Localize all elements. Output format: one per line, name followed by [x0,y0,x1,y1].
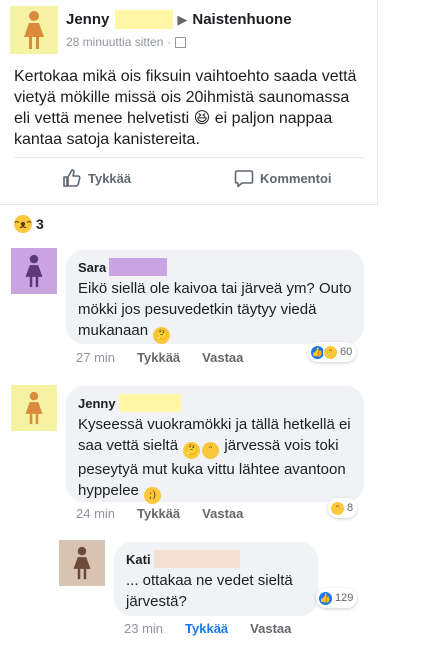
comment-reactions[interactable]: 👍 ᵔ 60 [308,342,357,362]
post-author-avatar[interactable] [10,6,58,54]
comment-time[interactable]: 27 min [76,350,115,365]
post-meta: 28 minuuttia sitten · [66,35,187,49]
reply-avatar[interactable] [59,540,105,586]
post-text: Kertokaa mikä ois fiksuin vaihtoehto saa… [14,68,357,148]
woman-figure-icon [73,546,91,580]
divider [14,157,364,158]
haha-reaction-icon: ᵔ [323,344,338,360]
comment-author[interactable]: Jenny [78,394,352,412]
comment-author[interactable]: Sara [78,258,352,276]
comment-bubble-icon [234,170,254,188]
reply-like-button[interactable]: Tykkää [185,621,228,636]
comment-text: Eikö siellä ole kaivoa tai järveä ym? Ou… [78,278,352,344]
redacted-surname [109,258,168,276]
comment-avatar[interactable] [11,248,57,294]
reply-author-name[interactable]: Kati [126,552,151,567]
comment-bubble: Jenny Kyseessä vuokramökki ja tällä hetk… [66,386,364,504]
comment-label: Kommentoi [260,170,332,186]
comment-reply-button[interactable]: Vastaa [202,350,243,365]
like-reaction-icon: 👍 [318,590,333,606]
post-time[interactable]: 28 minuuttia sitten [66,35,163,49]
like-label: Tykkää [88,170,132,186]
reply-text: ... ottakaa ne vedet sieltä järvestä? [126,572,293,610]
reply-reply-button[interactable]: Vastaa [250,621,291,636]
like-button[interactable]: Tykkää [62,168,131,188]
thinking-emoji-icon: 🤔 [153,327,171,344]
reply-reactions[interactable]: 👍 129 [316,588,358,608]
woman-figure-icon [25,254,43,288]
woman-figure-icon [25,391,43,425]
post-header: Jenny ▶ Naistenhuone [66,10,292,29]
comment-text-part: Eikö siellä ole kaivoa tai järveä ym? Ou… [78,280,352,339]
reply-actions: 23 min Tykkää Vastaa [124,621,313,636]
comment-bubble: Sara Eikö siellä ole kaivoa tai järveä y… [66,250,364,344]
haha-reaction-icon: ᵔ [330,500,345,516]
comment-like-button[interactable]: Tykkää [137,350,180,365]
thinking-emoji-icon: 🤔 [183,442,201,459]
comment-time[interactable]: 24 min [76,506,115,521]
reply-bubble: Kati ... ottakaa ne vedet sieltä järvest… [114,542,318,616]
post-card: Jenny ▶ Naistenhuone 28 minuuttia sitten… [0,0,378,205]
winking-emoji-icon: ;) [144,487,162,504]
redacted-surname [153,550,240,568]
redacted-surname [115,10,174,29]
arrow-right-icon: ▶ [177,11,188,27]
haha-emoji-icon: ᵔ [202,442,220,459]
reaction-summary[interactable]: ᵔᴥᵔ 3 [14,215,44,233]
comment-button[interactable]: Kommentoi [234,168,332,188]
comment-actions: 24 min Tykkää Vastaa [76,506,265,521]
reaction-count: 3 [36,216,44,232]
reaction-count: 60 [340,346,353,358]
group-privacy-icon [175,36,187,48]
comment-author-name[interactable]: Sara [78,260,106,275]
reply-time[interactable]: 23 min [124,621,163,636]
dot-separator: · [167,35,172,49]
group-name[interactable]: Naistenhuone [192,11,291,28]
comment-actions: 27 min Tykkää Vastaa [76,350,265,365]
woman-figure-icon [24,11,44,49]
post-author-name[interactable]: Jenny [66,11,109,28]
comment-avatar[interactable] [11,385,57,431]
reaction-count: 8 [347,502,354,514]
comment-text: Kyseessä vuokramökki ja tällä hetkellä e… [78,414,352,504]
reaction-count: 129 [335,592,354,604]
haha-emoji-icon: ᵔᴥᵔ [14,215,32,233]
comment-reply-button[interactable]: Vastaa [202,506,243,521]
redacted-surname [118,394,181,412]
comment-like-button[interactable]: Tykkää [137,506,180,521]
comment-reactions[interactable]: ᵔ 8 [328,498,358,518]
thumbs-up-icon [63,169,81,187]
comment-author-name[interactable]: Jenny [78,396,116,411]
reply-author[interactable]: Kati [126,550,306,568]
